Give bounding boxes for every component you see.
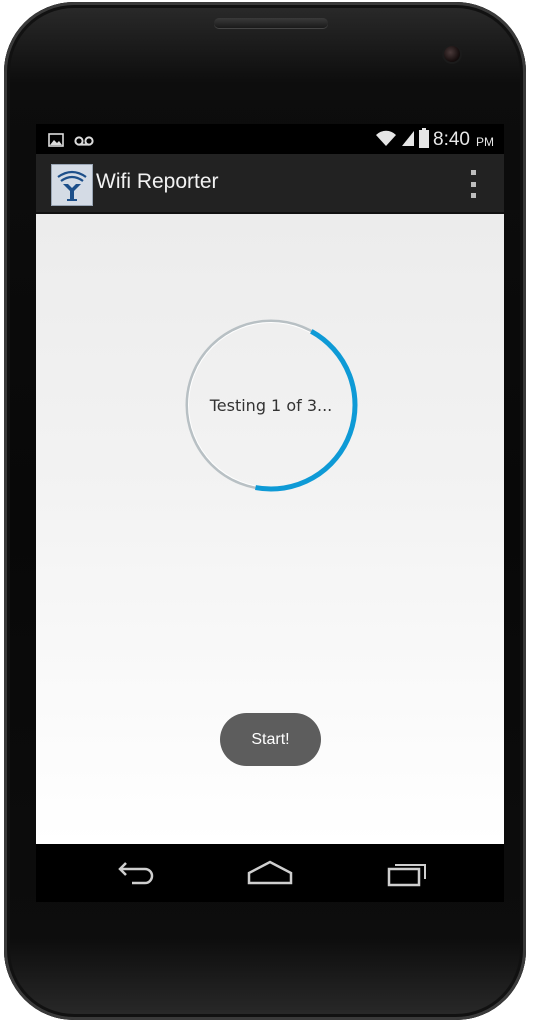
front-camera — [444, 46, 460, 62]
home-icon[interactable] — [247, 859, 293, 891]
battery-icon — [419, 128, 430, 152]
overflow-menu-icon[interactable] — [468, 170, 478, 198]
phone-frame: 8:40 PM Wifi Reporter Testing 1 of 3... … — [4, 2, 526, 1020]
clock-ampm: PM — [476, 135, 494, 149]
app-title: Wifi Reporter — [96, 170, 219, 193]
clock-time: 8:40 — [433, 129, 470, 150]
main-content: Testing 1 of 3... Start! — [36, 214, 504, 844]
wifi-reporter-logo-icon[interactable] — [51, 164, 93, 206]
image-icon — [48, 132, 64, 151]
progress-indicator: Testing 1 of 3... — [184, 318, 358, 492]
navigation-bar — [36, 844, 504, 902]
earpiece-speaker — [214, 18, 328, 28]
screen: 8:40 PM Wifi Reporter Testing 1 of 3... … — [36, 124, 504, 902]
start-button[interactable]: Start! — [220, 713, 321, 766]
back-icon[interactable] — [112, 859, 154, 891]
status-bar: 8:40 PM — [36, 124, 504, 154]
voicemail-icon — [74, 132, 94, 151]
progress-status-text: Testing 1 of 3... — [209, 395, 333, 415]
recent-apps-icon[interactable] — [386, 859, 428, 891]
wifi-icon — [375, 129, 397, 151]
signal-icon — [401, 129, 415, 151]
action-bar: Wifi Reporter — [36, 154, 504, 214]
